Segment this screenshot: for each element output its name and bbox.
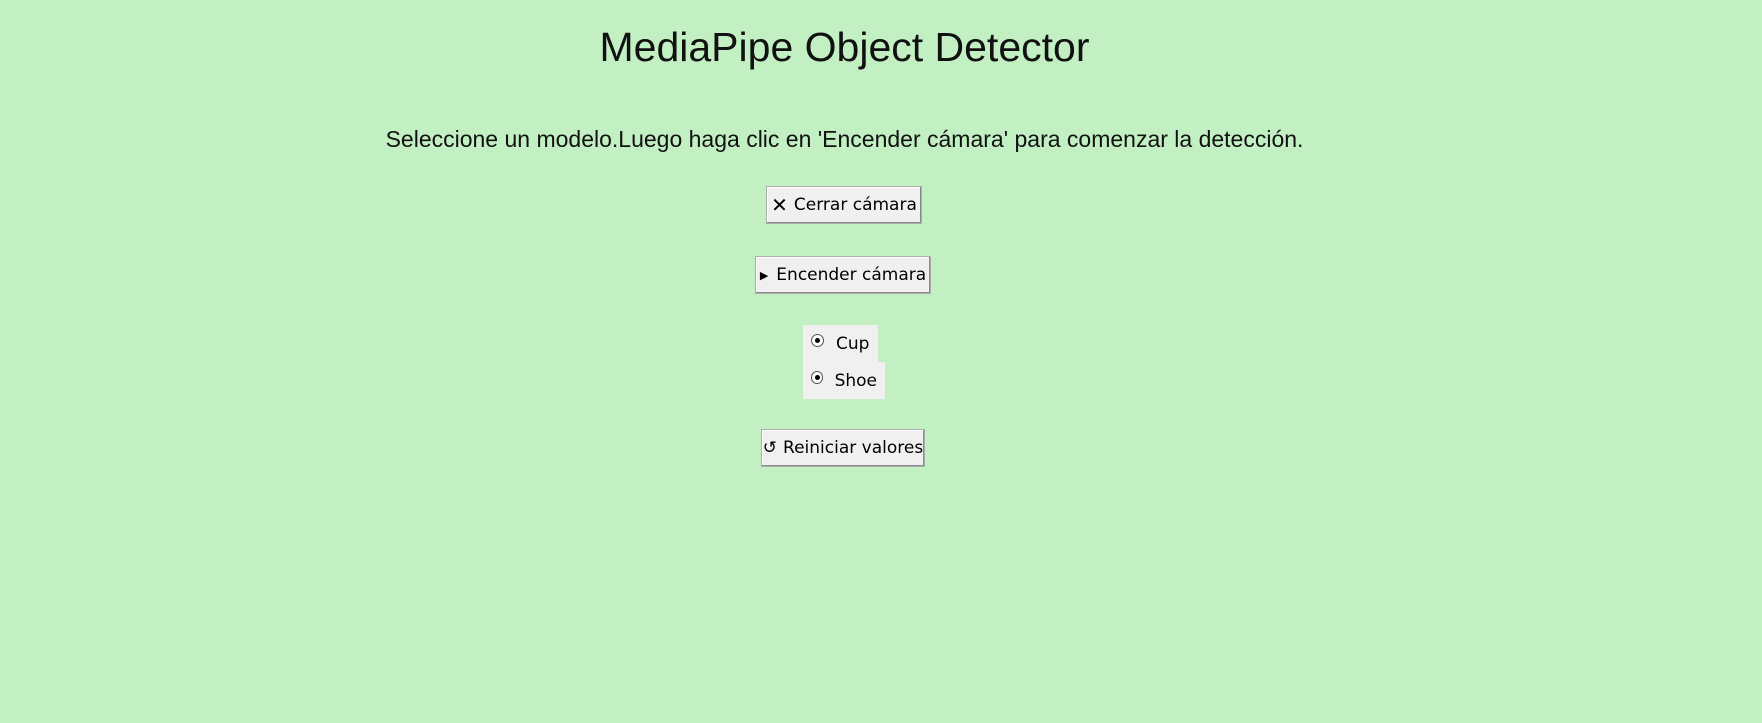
instructions-text: Seleccione un modelo.Luego haga clic en … <box>385 126 1304 152</box>
refresh-icon: ↺ <box>762 437 778 458</box>
play-icon: ▶ <box>759 268 769 282</box>
model-radio-cup[interactable]: Cup <box>803 325 878 362</box>
app-title: MediaPipe Object Detector <box>599 24 1090 70</box>
start-camera-button[interactable]: ▶ Encender cámara <box>755 256 931 294</box>
model-radio-shoe[interactable]: Shoe <box>803 362 885 399</box>
start-camera-label: Encender cámara <box>776 265 927 285</box>
model-radio-label: Cup <box>836 333 870 354</box>
radio-selected-icon[interactable] <box>811 334 824 347</box>
close-camera-button[interactable]: ✕ Cerrar cámara <box>766 186 922 224</box>
reset-values-label: Reiniciar valores <box>783 438 924 458</box>
close-icon: ✕ <box>771 193 788 217</box>
model-radio-label: Shoe <box>834 370 877 391</box>
close-camera-label: Cerrar cámara <box>793 195 917 215</box>
radio-selected-icon[interactable] <box>811 371 823 384</box>
reset-values-button[interactable]: ↺ Reiniciar valores <box>761 429 925 467</box>
